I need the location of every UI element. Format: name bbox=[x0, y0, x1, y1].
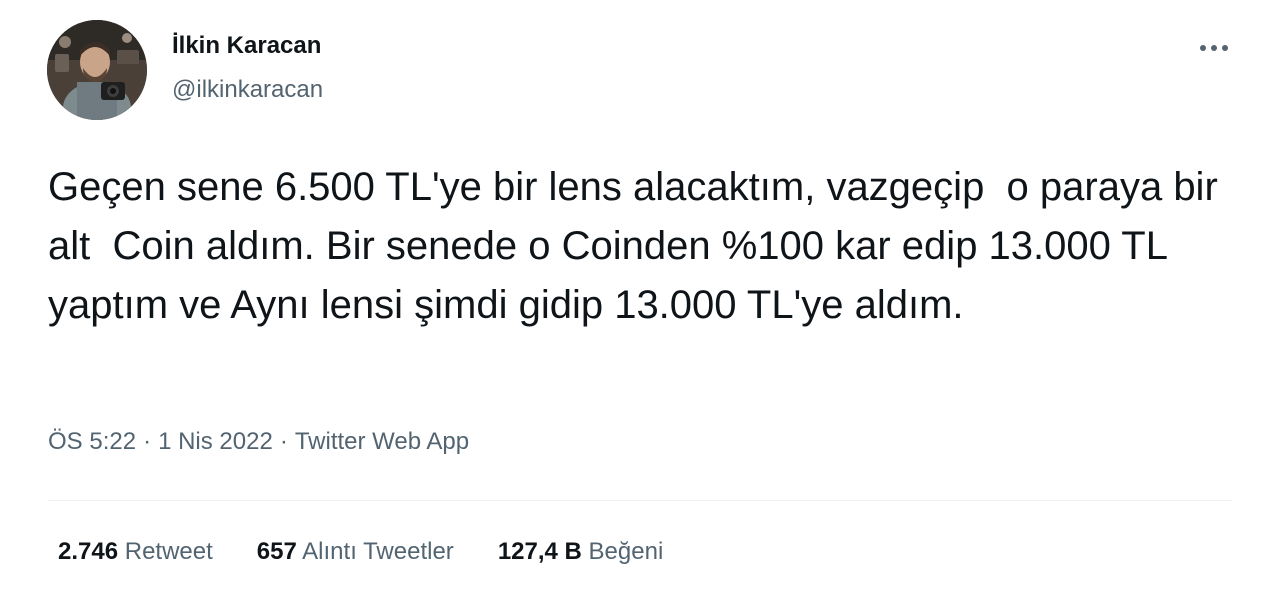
more-options-button[interactable] bbox=[1190, 30, 1238, 66]
retweets-count: 2.746 bbox=[58, 538, 119, 565]
tweet-meta: ÖS 5:22 · 1 Nis 2022 · Twitter Web App bbox=[48, 428, 469, 456]
author-handle[interactable]: @ilkinkaracan bbox=[172, 76, 323, 104]
author-display-name[interactable]: İlkin Karacan bbox=[172, 32, 321, 60]
tweet-card: İlkin Karacan @ilkinkaracan Geçen sene 6… bbox=[0, 0, 1280, 590]
profile-photo-icon bbox=[47, 20, 147, 120]
divider bbox=[48, 500, 1232, 501]
meta-separator: · bbox=[143, 428, 152, 455]
avatar[interactable] bbox=[47, 20, 147, 120]
quotes-label: Alıntı Tweetler bbox=[302, 538, 454, 565]
tweet-time[interactable]: ÖS 5:22 bbox=[48, 428, 136, 455]
meta-separator: · bbox=[279, 428, 288, 455]
tweet-stats: 2.746 Retweet 657 Alıntı Tweetler 127,4 … bbox=[58, 538, 663, 566]
retweets-stat[interactable]: 2.746 Retweet bbox=[58, 538, 213, 566]
tweet-source[interactable]: Twitter Web App bbox=[295, 428, 469, 455]
more-horizontal-icon bbox=[1200, 45, 1228, 51]
quotes-stat[interactable]: 657 Alıntı Tweetler bbox=[257, 538, 454, 566]
tweet-text: Geçen sene 6.500 TL'ye bir lens alacaktı… bbox=[48, 165, 1229, 327]
likes-label: Beğeni bbox=[588, 538, 664, 565]
likes-stat[interactable]: 127,4 B Beğeni bbox=[498, 538, 663, 566]
tweet-date[interactable]: 1 Nis 2022 bbox=[158, 428, 273, 455]
retweets-label: Retweet bbox=[124, 538, 213, 565]
likes-count: 127,4 B bbox=[497, 538, 582, 565]
quotes-count: 657 bbox=[256, 538, 297, 565]
